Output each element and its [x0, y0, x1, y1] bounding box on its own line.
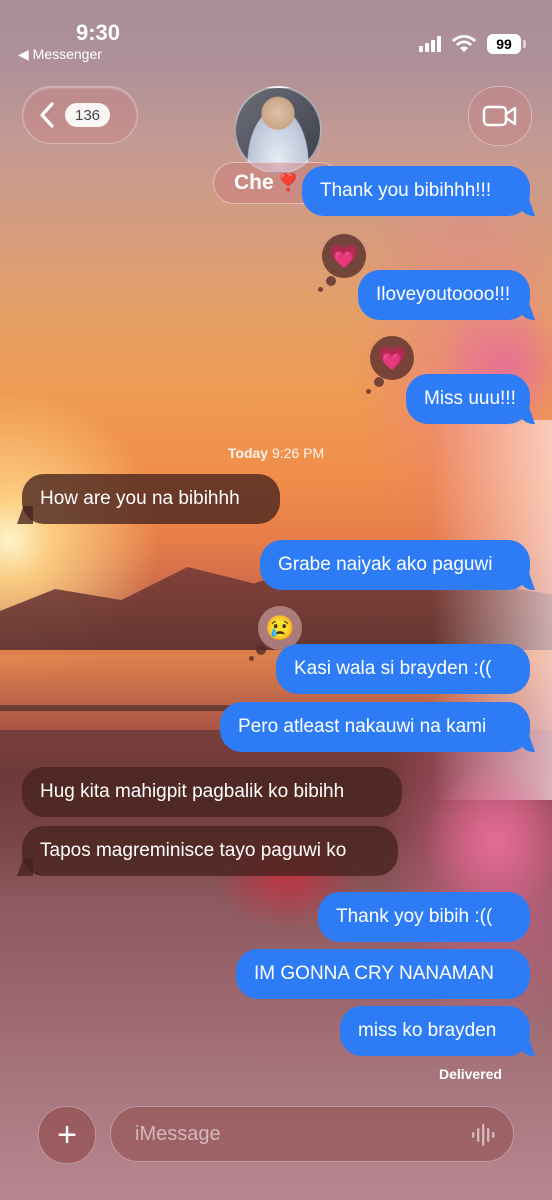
message-sent-7[interactable]: Thank yoy bibih :((	[318, 892, 530, 942]
message-sent-4[interactable]: Grabe naiyak ako paguwi	[260, 540, 530, 590]
heart-reaction-icon[interactable]: 💗	[370, 336, 414, 380]
message-received-1[interactable]: How are you na bibihhh	[22, 474, 280, 524]
contact-emoji: ❣️	[277, 173, 299, 192]
chevron-left-icon	[40, 102, 54, 128]
reaction-bubble-dot	[318, 287, 323, 292]
message-sent-6[interactable]: Pero atleast nakauwi na kami	[220, 702, 530, 752]
back-to-messenger-link[interactable]: ◀ Messenger	[18, 46, 102, 63]
message-sent-1[interactable]: Thank you bibihhh!!!	[302, 166, 530, 216]
message-received-2[interactable]: Hug kita mahigpit pagbalik ko bibihh	[22, 767, 402, 817]
timestamp-divider: Today 9:26 PM	[0, 445, 552, 461]
wifi-icon	[452, 35, 476, 52]
message-sent-2[interactable]: Iloveyoutoooo!!!	[358, 270, 530, 320]
message-input-container[interactable]	[110, 1106, 514, 1162]
reaction-bubble-dot	[374, 377, 384, 387]
message-received-3[interactable]: Tapos magreminisce tayo paguwi ko	[22, 826, 398, 876]
audio-waveform-icon[interactable]	[471, 1124, 495, 1146]
timestamp-time: 9:26 PM	[271, 445, 325, 461]
contact-avatar[interactable]	[234, 86, 322, 174]
message-sent-3[interactable]: Miss uuu!!!	[406, 374, 530, 424]
message-sent-8[interactable]: IM GONNA CRY NANAMAN	[236, 949, 530, 999]
back-button[interactable]: 136	[22, 86, 138, 144]
heart-reaction-icon[interactable]: 💗	[322, 234, 366, 278]
timestamp-day: Today	[227, 445, 269, 461]
message-input[interactable]	[133, 1121, 457, 1147]
add-attachment-button[interactable]: +	[38, 1106, 96, 1164]
reaction-bubble-dot	[249, 656, 254, 661]
video-camera-icon	[482, 105, 517, 127]
status-icons: 99	[419, 34, 526, 54]
reaction-bubble-dot	[366, 389, 371, 394]
reaction-bubble-dot	[256, 645, 266, 655]
status-time: 9:30	[76, 20, 121, 45]
signal-icon	[419, 36, 441, 52]
message-sent-5[interactable]: Kasi wala si brayden :((	[276, 644, 530, 694]
battery-tip	[523, 40, 526, 48]
contact-name: Che	[234, 171, 274, 194]
reaction-bubble-dot	[326, 276, 336, 286]
wallpaper-rail	[0, 705, 240, 711]
message-sent-9[interactable]: miss ko brayden	[340, 1006, 530, 1056]
delivered-status: Delivered	[438, 1066, 502, 1082]
video-call-button[interactable]	[468, 86, 532, 146]
unread-count-badge: 136	[65, 103, 111, 127]
battery-icon: 99	[487, 34, 521, 54]
